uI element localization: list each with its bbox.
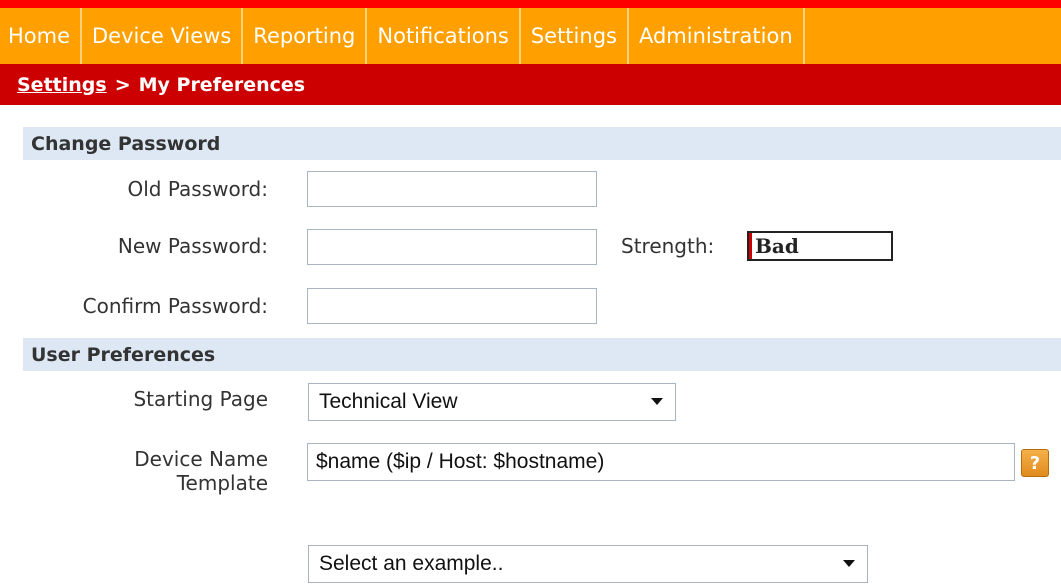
nav-item-home[interactable]: Home	[0, 8, 83, 64]
confirm-password-input[interactable]	[307, 288, 597, 324]
help-icon[interactable]: ?	[1021, 449, 1049, 477]
old-password-label: Old Password:	[127, 177, 268, 201]
old-password-input[interactable]	[307, 171, 597, 207]
breadcrumb-separator: >	[114, 73, 131, 96]
nav-item-reporting[interactable]: Reporting	[243, 8, 368, 64]
device-name-label-line2: Template	[176, 471, 268, 495]
section-header-user-preferences: User Preferences	[23, 338, 1061, 371]
main-nav-bar: Home Device Views Reporting Notification…	[0, 8, 1061, 64]
top-navigation: Home Device Views Reporting Notification…	[0, 0, 1061, 64]
example-template-select[interactable]: Select an example..	[308, 545, 868, 583]
nav-item-administration[interactable]: Administration	[629, 8, 805, 64]
breadcrumb-current: My Preferences	[138, 73, 306, 96]
top-accent-strip	[0, 0, 1061, 8]
breadcrumb: Settings > My Preferences	[0, 64, 1061, 105]
device-name-template-input[interactable]	[307, 443, 1015, 481]
new-password-label: New Password:	[117, 234, 268, 258]
example-select-value: Select an example..	[319, 552, 504, 575]
nav-item-device-views[interactable]: Device Views	[82, 8, 244, 64]
chevron-down-icon	[843, 560, 855, 567]
device-name-label-line1: Device Name	[134, 447, 268, 471]
new-password-input[interactable]	[307, 229, 597, 265]
starting-page-label: Starting Page	[133, 387, 268, 411]
breadcrumb-link-settings[interactable]: Settings	[17, 74, 107, 96]
section-header-change-password: Change Password	[23, 127, 1061, 160]
confirm-password-label: Confirm Password:	[82, 294, 268, 318]
strength-label: Strength:	[621, 234, 715, 258]
starting-page-select[interactable]: Technical View	[308, 383, 676, 421]
password-strength-meter: Bad	[747, 231, 893, 261]
device-name-template-label: Device Name Template	[0, 447, 268, 495]
nav-item-notifications[interactable]: Notifications	[367, 8, 521, 64]
chevron-down-icon	[651, 398, 663, 405]
strength-value: Bad	[755, 234, 799, 258]
nav-item-settings[interactable]: Settings	[521, 8, 629, 64]
starting-page-selected-value: Technical View	[319, 390, 458, 413]
strength-bar-fill	[749, 233, 752, 259]
